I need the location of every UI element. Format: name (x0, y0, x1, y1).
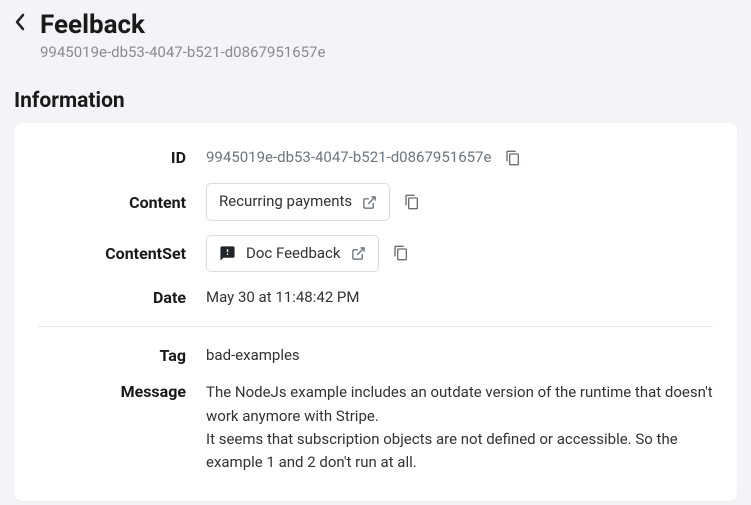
section-title: Information (0, 65, 751, 123)
copy-content-button[interactable] (404, 194, 420, 210)
contentset-link-label: Doc Feedback (246, 242, 341, 265)
feedback-icon (219, 245, 236, 262)
value-tag: bad-examples (206, 344, 300, 367)
value-message: The NodeJs example includes an outdate v… (206, 381, 713, 474)
page-title: Feelback (40, 10, 325, 41)
label-message: Message (38, 381, 186, 401)
content-link[interactable]: Recurring payments (206, 183, 390, 220)
row-contentset: ContentSet Doc Feedback (38, 228, 713, 279)
label-tag: Tag (38, 346, 186, 365)
row-tag: Tag bad-examples (38, 337, 713, 374)
label-id: ID (38, 148, 186, 167)
copy-contentset-button[interactable] (393, 245, 409, 261)
label-content: Content (38, 193, 186, 212)
row-message: Message The NodeJs example includes an o… (38, 374, 713, 481)
external-link-icon (362, 195, 377, 210)
back-button[interactable] (14, 10, 26, 31)
page-header: Feelback 9945019e-db53-4047-b521-d086795… (0, 0, 751, 65)
contentset-link[interactable]: Doc Feedback (206, 235, 379, 272)
value-date: May 30 at 11:48:42 PM (206, 286, 359, 309)
copy-id-button[interactable] (505, 150, 521, 166)
label-contentset: ContentSet (38, 244, 186, 263)
label-date: Date (38, 288, 186, 307)
information-card: ID 9945019e-db53-4047-b521-d0867951657e … (14, 123, 737, 501)
page-subtitle: 9945019e-db53-4047-b521-d0867951657e (40, 43, 325, 61)
divider (38, 326, 713, 327)
external-link-icon (351, 246, 366, 261)
content-link-label: Recurring payments (219, 190, 352, 213)
row-id: ID 9945019e-db53-4047-b521-d0867951657e (38, 139, 713, 176)
row-date: Date May 30 at 11:48:42 PM (38, 279, 713, 316)
row-content: Content Recurring payments (38, 176, 713, 227)
chevron-left-icon (14, 13, 26, 31)
value-id: 9945019e-db53-4047-b521-d0867951657e (206, 146, 491, 169)
